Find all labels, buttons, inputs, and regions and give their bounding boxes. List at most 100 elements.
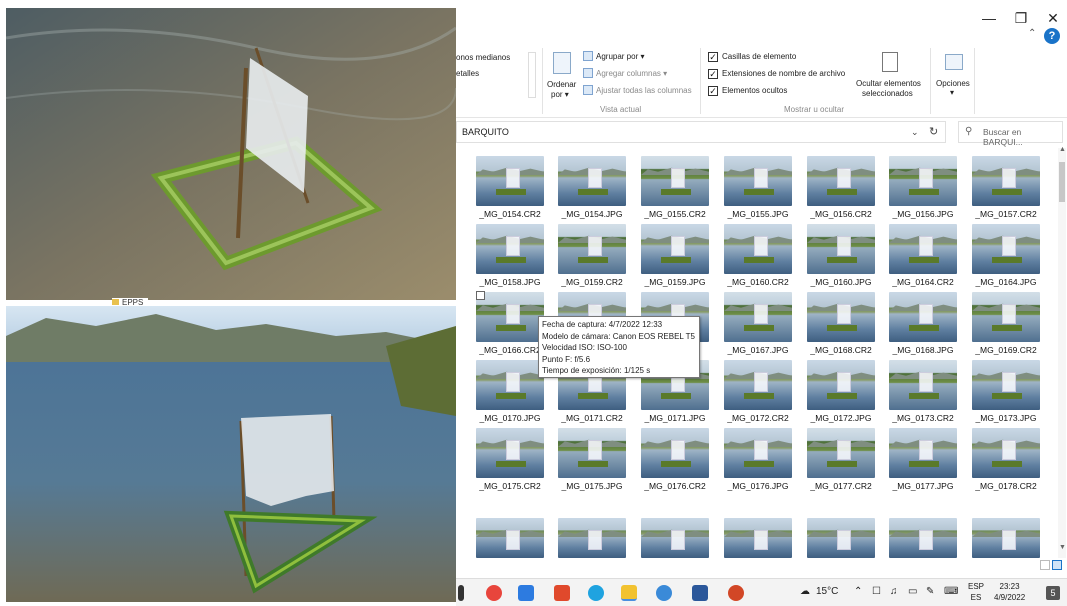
search-input[interactable]: Buscar en BARQUI...: [983, 127, 1062, 147]
group-by-button[interactable]: Agrupar por ▾: [596, 52, 645, 61]
file-thumbnail[interactable]: [889, 156, 957, 206]
chrome-icon[interactable]: [486, 585, 502, 601]
file-thumbnail[interactable]: [972, 224, 1040, 274]
file-name[interactable]: _MG_0155.CR2: [635, 209, 715, 219]
layout-medium-icons[interactable]: onos medianos: [456, 53, 510, 62]
file-name[interactable]: _MG_0172.CR2: [718, 413, 798, 423]
scrollbar-thumb[interactable]: [1059, 162, 1065, 202]
file-thumbnail[interactable]: [558, 156, 626, 206]
help-icon[interactable]: ?: [1044, 28, 1060, 44]
file-thumbnail[interactable]: [724, 428, 792, 478]
file-thumbnail[interactable]: [807, 224, 875, 274]
scroll-down-icon[interactable]: ▼: [1059, 544, 1066, 551]
file-name[interactable]: _MG_0156.CR2: [801, 209, 881, 219]
file-thumbnail[interactable]: [641, 224, 709, 274]
file-name[interactable]: _MG_0173.CR2: [883, 413, 963, 423]
large-icons-view-icon[interactable]: [1052, 560, 1062, 570]
file-name[interactable]: _MG_0158.JPG: [470, 277, 550, 287]
file-name[interactable]: _MG_0159.CR2: [552, 277, 632, 287]
sort-icon[interactable]: [553, 52, 571, 74]
file-thumbnail[interactable]: [641, 428, 709, 478]
taskbar-item-icon[interactable]: [458, 585, 464, 601]
sort-button[interactable]: Ordenar: [547, 80, 576, 89]
file-name[interactable]: _MG_0172.JPG: [801, 413, 881, 423]
file-name[interactable]: _MG_0168.CR2: [801, 345, 881, 355]
office-icon[interactable]: [554, 585, 570, 601]
file-name[interactable]: _MG_0171.CR2: [552, 413, 632, 423]
file-name[interactable]: _MG_0169.CR2: [966, 345, 1046, 355]
options-dropdown-icon[interactable]: ▾: [950, 88, 954, 97]
file-name[interactable]: _MG_0154.JPG: [552, 209, 632, 219]
file-name[interactable]: _MG_0176.CR2: [635, 481, 715, 491]
mail-icon[interactable]: [518, 585, 534, 601]
notifications-button[interactable]: 5: [1046, 586, 1060, 600]
file-name[interactable]: _MG_0175.JPG: [552, 481, 632, 491]
file-name[interactable]: _MG_0168.JPG: [883, 345, 963, 355]
details-view-icon[interactable]: [1040, 560, 1050, 570]
weather-icon[interactable]: ☁: [800, 586, 810, 597]
breadcrumb[interactable]: BARQUITO: [462, 127, 509, 137]
file-extensions-checkbox[interactable]: ✓: [708, 69, 718, 79]
edge-icon[interactable]: [588, 585, 604, 601]
file-name[interactable]: _MG_0155.JPG: [718, 209, 798, 219]
weather-temp[interactable]: 15°C: [816, 586, 838, 597]
scroll-up-icon[interactable]: ▲: [1059, 146, 1066, 153]
file-thumbnail[interactable]: [558, 518, 626, 558]
chevron-down-icon[interactable]: ⌄: [911, 127, 919, 138]
file-thumbnail[interactable]: [889, 224, 957, 274]
file-thumbnail[interactable]: [807, 156, 875, 206]
file-name[interactable]: _MG_0157.CR2: [966, 209, 1046, 219]
file-thumbnail[interactable]: [972, 156, 1040, 206]
file-thumbnail[interactable]: [476, 360, 544, 410]
hide-selected-icon[interactable]: [882, 52, 898, 72]
file-name[interactable]: _MG_0164.JPG: [966, 277, 1046, 287]
file-thumbnail[interactable]: [807, 428, 875, 478]
file-name[interactable]: _MG_0167.JPG: [718, 345, 798, 355]
file-thumbnail[interactable]: [724, 292, 792, 342]
volume-icon[interactable]: ♫: [890, 586, 898, 597]
hide-selected-button-line2[interactable]: seleccionados: [862, 89, 913, 98]
file-thumbnail[interactable]: [724, 156, 792, 206]
file-name[interactable]: _MG_0177.CR2: [801, 481, 881, 491]
powerpoint-icon[interactable]: [728, 585, 744, 601]
close-button[interactable]: ✕: [1040, 8, 1066, 28]
maximize-button[interactable]: ❐: [1008, 8, 1034, 28]
file-name[interactable]: _MG_0171.JPG: [635, 413, 715, 423]
file-thumbnail[interactable]: [889, 518, 957, 558]
file-thumbnail[interactable]: [889, 360, 957, 410]
pen-icon[interactable]: ✎: [926, 586, 934, 597]
file-thumbnail[interactable]: [641, 518, 709, 558]
file-thumbnail[interactable]: [724, 518, 792, 558]
file-thumbnail[interactable]: [807, 292, 875, 342]
file-thumbnail[interactable]: [724, 360, 792, 410]
language-indicator[interactable]: ESP ES: [968, 581, 984, 603]
file-thumbnail[interactable]: [807, 518, 875, 558]
network-icon[interactable]: ☐: [872, 586, 881, 597]
item-checkboxes-checkbox[interactable]: ✓: [708, 52, 718, 62]
file-name[interactable]: _MG_0159.JPG: [635, 277, 715, 287]
file-name[interactable]: _MG_0160.CR2: [718, 277, 798, 287]
file-explorer-icon[interactable]: [621, 585, 637, 601]
file-name[interactable]: _MG_0175.CR2: [470, 481, 550, 491]
keyboard-icon[interactable]: ⌨: [944, 586, 958, 597]
file-thumbnail[interactable]: [807, 360, 875, 410]
file-name[interactable]: _MG_0164.CR2: [883, 277, 963, 287]
minimize-button[interactable]: —: [976, 8, 1002, 28]
file-name[interactable]: _MG_0178.CR2: [966, 481, 1046, 491]
chrome-profile-icon[interactable]: [656, 585, 672, 601]
item-select-checkbox[interactable]: [476, 291, 485, 300]
file-name[interactable]: _MG_0176.JPG: [718, 481, 798, 491]
clock[interactable]: 23:23 4/9/2022: [994, 581, 1025, 603]
file-thumbnail[interactable]: [724, 224, 792, 274]
refresh-icon[interactable]: ↻: [929, 125, 938, 138]
options-button[interactable]: Opciones: [936, 79, 970, 88]
hide-selected-button[interactable]: Ocultar elementos: [856, 79, 921, 88]
chevron-up-icon[interactable]: ⌃: [1028, 28, 1036, 39]
sort-button-line2[interactable]: por ▾: [551, 90, 569, 99]
add-columns-button[interactable]: Agregar columnas ▾: [596, 69, 667, 78]
file-thumbnail[interactable]: [476, 156, 544, 206]
word-icon[interactable]: [692, 585, 708, 601]
file-thumbnail[interactable]: [476, 292, 544, 342]
file-name[interactable]: _MG_0177.JPG: [883, 481, 963, 491]
fit-columns-button[interactable]: Ajustar todas las columnas: [596, 86, 692, 95]
